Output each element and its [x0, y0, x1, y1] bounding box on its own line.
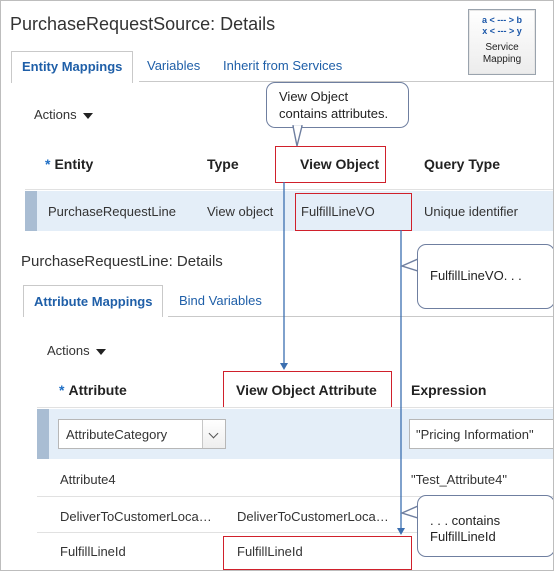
arrowhead-icon: [280, 363, 288, 370]
callout-view-object: View Object contains attributes.: [266, 82, 409, 128]
callout-contains: . . . contains FulfillLineId: [417, 495, 553, 557]
details-page: PurchaseRequestSource: Details a < --- >…: [0, 0, 554, 571]
callout-fulfill-vo: FulfillLineVO. . .: [417, 244, 553, 309]
arrowhead-icon: [397, 528, 405, 535]
